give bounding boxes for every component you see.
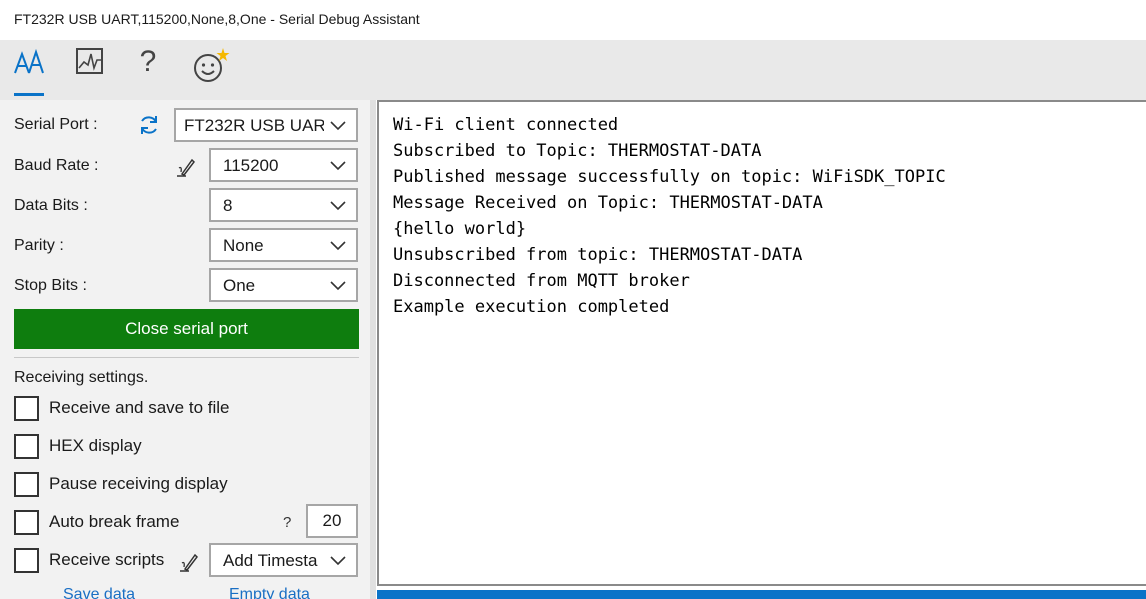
console-line: Wi-Fi client connected <box>393 115 619 135</box>
close-serial-port-button[interactable]: Close serial port <box>14 309 359 349</box>
receive-save-file-checkbox[interactable] <box>14 395 39 421</box>
edit-pen-icon[interactable] <box>174 154 198 183</box>
serial-port-select[interactable]: FT232R USB UART <box>174 108 358 142</box>
help-glyph: ? <box>139 45 157 78</box>
hex-display-option[interactable]: HEX display <box>14 433 142 459</box>
hex-display-label: HEX display <box>49 436 142 455</box>
receive-scripts-checkbox[interactable] <box>14 547 39 573</box>
serial-port-label: Serial Port : <box>14 116 98 133</box>
auto-break-frame-option[interactable]: Auto break frame <box>14 509 179 535</box>
pause-receiving-label: Pause receiving display <box>49 474 228 493</box>
receive-save-file-option[interactable]: Receive and save to file <box>14 395 230 421</box>
parity-label: Parity : <box>14 237 64 254</box>
chevron-down-icon <box>330 201 346 211</box>
toolbar: ? <box>0 40 1146 100</box>
baud-rate-value: 115200 <box>223 156 279 175</box>
receiving-settings-title: Receiving settings. <box>14 369 149 386</box>
console-line: Unsubscribed from topic: THERMOSTAT-DATA <box>393 245 803 265</box>
stop-bits-select[interactable]: One <box>209 268 358 302</box>
receive-console[interactable]: Wi-Fi client connected Subscribed to Top… <box>377 100 1146 586</box>
empty-data-link[interactable]: Empty data <box>229 586 310 599</box>
chevron-down-icon <box>330 241 346 251</box>
active-tab-indicator <box>14 93 44 96</box>
parity-select[interactable]: None <box>209 228 358 262</box>
pane-splitter[interactable] <box>370 100 376 599</box>
console-line: Disconnected from MQTT broker <box>393 271 690 291</box>
frame-timeout-input[interactable]: 20 <box>306 504 358 538</box>
refresh-icon[interactable] <box>137 113 161 142</box>
parity-value: None <box>223 236 264 255</box>
console-line: Published message successfully on topic:… <box>393 167 946 187</box>
send-area-edge <box>377 590 1146 599</box>
save-data-link[interactable]: Save data <box>63 586 135 599</box>
script-value: Add Timesta <box>223 551 318 570</box>
pause-receiving-checkbox[interactable] <box>14 471 39 497</box>
stop-bits-value: One <box>223 276 256 295</box>
data-bits-label: Data Bits : <box>14 197 88 214</box>
divider <box>14 357 359 358</box>
smiley-icon[interactable] <box>190 46 234 96</box>
receive-save-file-label: Receive and save to file <box>49 398 230 417</box>
pause-receiving-option[interactable]: Pause receiving display <box>14 471 228 497</box>
baud-rate-label: Baud Rate : <box>14 157 99 174</box>
auto-break-frame-checkbox[interactable] <box>14 509 39 535</box>
edit-pen-icon[interactable] <box>177 549 201 578</box>
console-line: Subscribed to Topic: THERMOSTAT-DATA <box>393 141 762 161</box>
window-title: FT232R USB UART,115200,None,8,One - Seri… <box>14 11 420 27</box>
script-select[interactable]: Add Timesta <box>209 543 358 577</box>
data-bits-select[interactable]: 8 <box>209 188 358 222</box>
data-bits-value: 8 <box>223 196 233 215</box>
stop-bits-label: Stop Bits : <box>14 277 87 294</box>
frame-help-icon[interactable]: ? <box>283 514 291 531</box>
auto-break-frame-label: Auto break frame <box>49 512 180 531</box>
receive-scripts-option[interactable]: Receive scripts <box>14 547 164 573</box>
help-icon[interactable]: ? <box>134 46 162 96</box>
chevron-down-icon <box>330 556 346 566</box>
hex-display-checkbox[interactable] <box>14 433 39 459</box>
chart-icon[interactable] <box>74 46 106 96</box>
font-settings-icon[interactable] <box>12 46 46 96</box>
receive-scripts-label: Receive scripts <box>49 550 165 569</box>
chevron-down-icon <box>330 281 346 291</box>
baud-rate-select[interactable]: 115200 <box>209 148 358 182</box>
chevron-down-icon <box>330 121 346 131</box>
chevron-down-icon <box>330 161 346 171</box>
console-line: {hello world} <box>393 219 527 239</box>
serial-port-value: FT232R USB UART <box>184 116 324 135</box>
console-line: Example execution completed <box>393 297 670 317</box>
console-line: Message Received on Topic: THERMOSTAT-DA… <box>393 193 823 213</box>
title-bar: FT232R USB UART,115200,None,8,One - Seri… <box>0 0 1146 40</box>
